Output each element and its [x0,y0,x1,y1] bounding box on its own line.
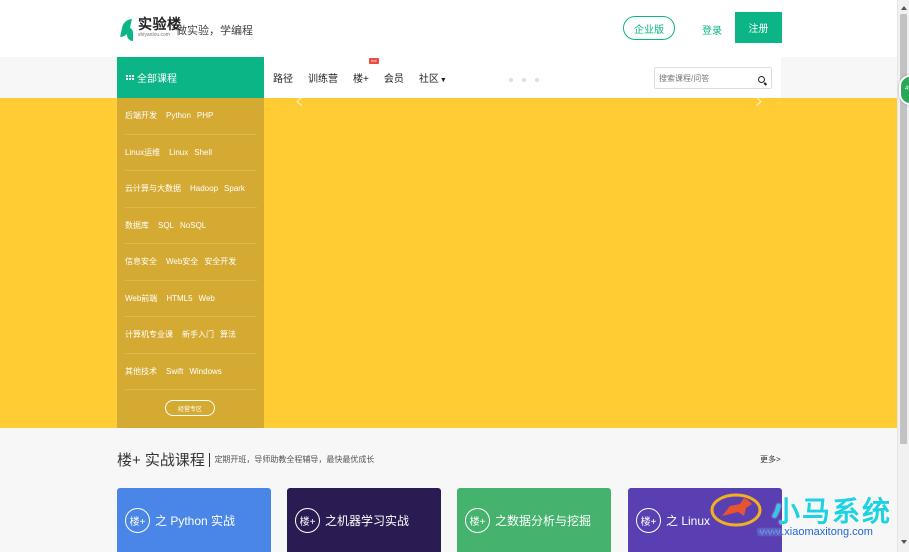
category-main[interactable]: 计算机专业课 [125,329,173,340]
category-row[interactable]: 数据库 SQL NoSQL [125,208,257,244]
side-float-button[interactable]: 49 [899,75,909,105]
category-main[interactable]: Web前端 [125,293,157,304]
card-title: 之数据分析与挖掘 [495,513,592,528]
search-input[interactable] [655,68,753,89]
category-sub[interactable]: 算法 [220,329,236,340]
banner-pagination [509,78,539,82]
title-divider [208,452,211,467]
card-title: 之 Linux [666,513,711,528]
page: 实验楼 shiyanlou.com 做实验，学编程 企业版 登录 注册 全部课程… [0,0,909,552]
logo-name: 实验楼 [138,16,182,32]
category-menu: 后端开发 Python PHP Linux运维 Linux Shell 云计算与… [117,98,264,428]
category-row[interactable]: 后端开发 Python PHP [125,98,257,135]
horse-logo-icon [710,493,762,527]
category-main[interactable]: 其他技术 [125,366,157,377]
logo-url: shiyanlou.com [138,32,170,38]
search-icon[interactable] [758,76,765,83]
category-sub[interactable]: Web安全 [166,256,198,267]
section-title: 楼+ 实战课程 [117,452,205,469]
nav-item-louplus-label: 楼+ [353,74,369,85]
category-sub[interactable]: PHP [197,111,213,120]
banner-dot[interactable] [522,78,526,82]
louplus-badge-icon: 楼+ [295,507,320,533]
site-header: 实验楼 shiyanlou.com 做实验，学编程 企业版 登录 注册 [0,0,897,57]
enterprise-button[interactable]: 企业版 [623,16,675,40]
louplus-badge-icon: 楼+ [465,507,490,533]
nav-item-community[interactable]: 社区▼ [419,70,447,85]
category-sub[interactable]: HTML5 [166,294,192,303]
watermark-text: 小马系统 [772,496,893,527]
category-sub[interactable]: Windows [189,367,221,376]
all-courses-button[interactable]: 全部课程 [117,57,264,98]
watermark: 小马系统 www.xiaomaxitong.com [710,490,900,546]
main-nav: 全部课程 路径 训练营 楼+ hot 会员 社区▼ [117,57,781,98]
category-row[interactable]: 计算机专业课 新手入门 算法 [125,317,257,354]
nav-item-louplus[interactable]: 楼+ hot [353,58,379,85]
category-sub[interactable]: Shell [194,148,212,157]
course-card[interactable]: 楼+ 之 Python 实战 [117,488,271,552]
login-link[interactable]: 登录 [702,22,722,37]
category-row[interactable]: 云计算与大数据 Hadoop Spark [125,171,257,208]
logo-leaf-icon [120,17,134,43]
all-courses-label: 全部课程 [137,74,177,85]
category-row[interactable]: Web前端 HTML5 Web [125,281,257,317]
category-sub[interactable]: SQL [158,221,174,230]
nav-links: 路径 训练营 楼+ hot 会员 社区▼ [273,57,462,98]
card-title: 之机器学习实战 [325,513,410,528]
nav-item-community-label: 社区 [418,74,439,85]
camp-zone-button[interactable]: 经营专区 [165,400,215,416]
louplus-badge-icon: 楼+ [125,507,150,533]
category-main[interactable]: Linux运维 [125,147,160,158]
register-button[interactable]: 注册 [735,12,782,43]
category-main[interactable]: 信息安全 [125,256,157,267]
category-row[interactable]: 信息安全 Web安全 安全开发 [125,244,257,281]
watermark-url: www.xiaomaxitong.com [758,526,873,538]
category-main[interactable]: 云计算与大数据 [125,183,181,194]
louplus-badge-icon: 楼+ [636,507,661,533]
section-subtitle: 定期开班，导师助教全程辅导，最快最优成长 [214,455,375,464]
hot-badge: hot [369,58,379,64]
category-row[interactable]: Linux运维 Linux Shell [125,135,257,171]
category-main[interactable]: 数据库 [125,220,149,231]
category-sub[interactable]: Python [166,111,191,120]
nav-item-vip[interactable]: 会员 [384,70,404,85]
nav-item-path[interactable]: 路径 [273,70,293,85]
banner-dot[interactable] [535,78,539,82]
category-sub[interactable]: Spark [224,184,245,193]
chevron-down-icon: ▼ [439,77,447,84]
scroll-down-icon[interactable] [901,540,907,544]
scroll-up-icon[interactable] [901,6,907,10]
grid-icon [126,75,134,80]
category-sub[interactable]: NoSQL [180,221,206,230]
category-sub[interactable]: Web [199,294,215,303]
site-slogan: 做实验，学编程 [176,25,253,37]
banner-dot[interactable] [509,78,513,82]
category-sub[interactable]: Linux [169,148,188,157]
category-row[interactable]: 其他技术 Swift Windows [125,354,257,390]
course-card[interactable]: 楼+ 之数据分析与挖掘 [457,488,611,552]
section-header: 楼+ 实战课程 定期开班，导师助教全程辅导，最快最优成长 [117,449,374,470]
category-sub[interactable]: 新手入门 [182,329,214,340]
category-sub[interactable]: Swift [166,367,183,376]
course-card[interactable]: 楼+ 之机器学习实战 [287,488,441,552]
more-link[interactable]: 更多> [760,454,781,465]
category-sub[interactable]: Hadoop [190,184,218,193]
site-logo[interactable]: 实验楼 shiyanlou.com [120,16,182,43]
category-sub[interactable]: 安全开发 [204,256,236,267]
nav-item-camp[interactable]: 训练营 [308,70,338,85]
card-title: 之 Python 实战 [155,513,236,528]
category-main[interactable]: 后端开发 [125,110,157,121]
search-box [654,67,772,89]
